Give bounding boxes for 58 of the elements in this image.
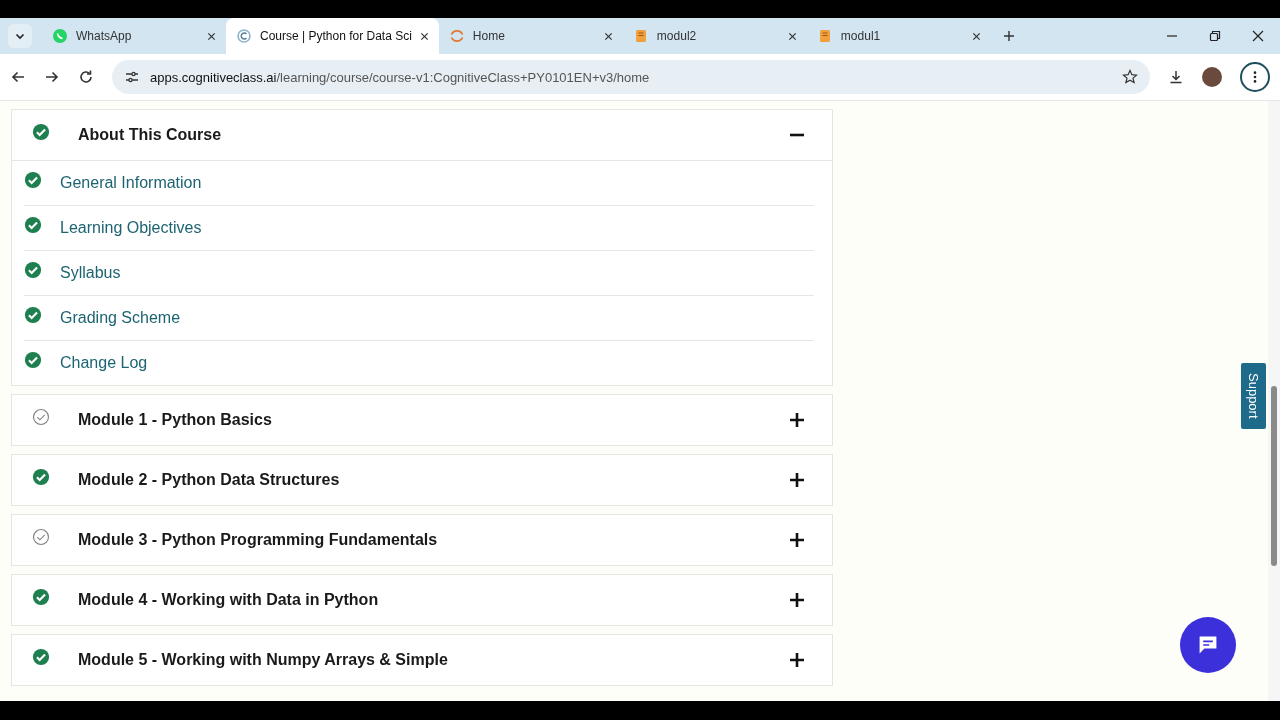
close-icon[interactable] [787, 31, 797, 41]
module-header[interactable]: Module 4 - Working with Data in Python [12, 575, 832, 625]
ring-icon [448, 28, 465, 44]
menu-icon [1253, 70, 1257, 84]
ring-icon [236, 28, 252, 44]
reload-icon[interactable] [78, 69, 94, 85]
expand-icon[interactable] [790, 413, 804, 427]
download-icon[interactable] [1168, 69, 1184, 85]
module-header[interactable]: Module 3 - Python Programming Fundamentals [12, 515, 832, 565]
module-title: Module 1 - Python Basics [78, 411, 272, 429]
expand-icon[interactable] [790, 533, 804, 547]
module-title: Module 3 - Python Programming Fundamentals [78, 531, 438, 549]
browser-tab[interactable]: Course | Python for Data Sci [226, 18, 439, 54]
close-icon[interactable] [207, 31, 216, 41]
forward-arrow-icon[interactable] [44, 69, 60, 85]
new-tab-icon[interactable] [1002, 30, 1015, 42]
close-icon[interactable] [971, 31, 981, 41]
tab-search-caret-icon[interactable] [8, 24, 32, 48]
scrollbar[interactable] [1268, 101, 1280, 701]
close-icon[interactable] [419, 31, 429, 41]
browser-tab[interactable]: Home [438, 18, 623, 54]
menu-button[interactable] [1240, 62, 1270, 92]
chat-button[interactable] [1180, 617, 1236, 673]
tab-title: Course | Python for Data Sci [260, 29, 412, 43]
tab-title: Home [472, 29, 506, 43]
module-title: Module 4 - Working with Data in Python [78, 591, 379, 609]
lesson-link[interactable]: Grading Scheme [60, 309, 181, 327]
browser-tab[interactable]: WhatsApp [42, 18, 226, 54]
site-settings-icon[interactable] [124, 69, 140, 85]
lesson-link[interactable]: Syllabus [60, 264, 121, 282]
module-header[interactable]: Module 2 - Python Data Structures [12, 455, 832, 505]
url-text: apps.cognitiveclass.ai/learning/course/course-v1:CognitiveClass+PY0101EN+v3/home [150, 69, 650, 85]
close-icon[interactable] [1252, 30, 1264, 42]
module-header[interactable]: Module 1 - Python Basics [12, 395, 832, 445]
browser-tab[interactable]: modul2 [622, 18, 807, 54]
module-header[interactable]: Module 5 - Working with Numpy Arrays & Simple [12, 635, 832, 685]
lesson-link[interactable]: General Information [60, 174, 202, 192]
lesson-link[interactable]: Learning Objectives [60, 219, 202, 237]
expand-icon[interactable] [790, 653, 804, 667]
module-title: Module 5 - Working with Numpy Arrays & Simple [78, 651, 448, 669]
tab-title: modul2 [656, 29, 698, 43]
star-icon[interactable] [1122, 69, 1138, 85]
address-bar[interactable]: apps.cognitiveclass.ai/learning/course/course-v1:CognitiveClass+PY0101EN+v3/home [112, 60, 1150, 94]
module-header[interactable]: About This Course [12, 110, 832, 160]
close-icon[interactable] [603, 31, 613, 41]
tab-title: modul1 [840, 29, 882, 43]
module-title: About This Course [78, 126, 222, 144]
avatar[interactable] [1202, 67, 1222, 87]
expand-icon[interactable] [790, 593, 804, 607]
chat-bubble-icon [52, 28, 68, 44]
support-tab[interactable]: Support [1241, 363, 1266, 429]
back-arrow-icon[interactable] [10, 69, 26, 85]
browser-tab[interactable]: modul1 [806, 18, 991, 54]
lesson-link[interactable]: Change Log [60, 354, 148, 372]
module-title: Module 2 - Python Data Structures [78, 471, 340, 489]
expand-icon[interactable] [790, 473, 804, 487]
restore-icon[interactable] [1209, 30, 1221, 42]
tab-title: WhatsApp [76, 29, 133, 43]
